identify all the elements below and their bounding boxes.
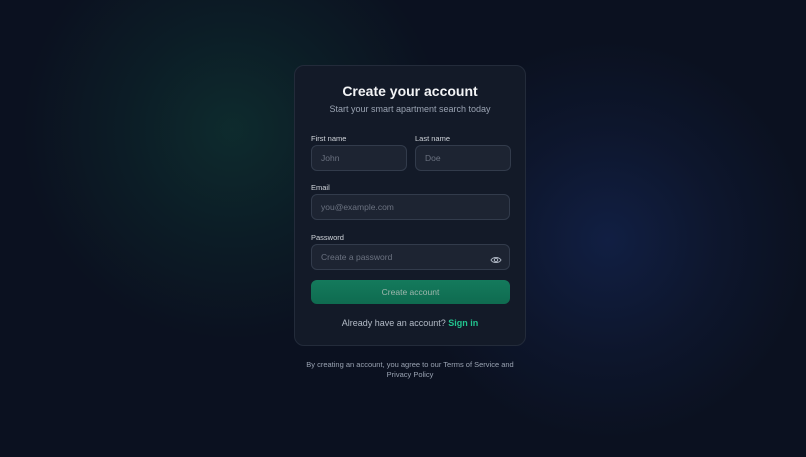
last-name-label: Last name	[415, 134, 451, 143]
password-label: Password	[311, 233, 344, 242]
signup-card: Create your account Start your smart apa…	[294, 65, 526, 346]
last-name-field[interactable]	[415, 145, 511, 171]
first-name-field[interactable]	[311, 145, 407, 171]
eye-icon[interactable]	[490, 252, 502, 264]
page-subtitle: Start your smart apartment search today	[329, 104, 491, 114]
legal-notice: By creating an account, you agree to our…	[306, 360, 514, 379]
email-label: Email	[311, 183, 330, 192]
password-field[interactable]	[311, 244, 510, 270]
first-name-label: First name	[311, 134, 347, 143]
create-account-button[interactable]: Create account	[311, 280, 510, 304]
page-title: Create your account	[342, 83, 478, 99]
signin-row: Already have an account? Sign in	[295, 318, 525, 328]
signin-prompt: Already have an account?	[341, 318, 446, 328]
email-field[interactable]	[311, 194, 510, 220]
signin-link[interactable]: Sign in	[448, 318, 478, 328]
